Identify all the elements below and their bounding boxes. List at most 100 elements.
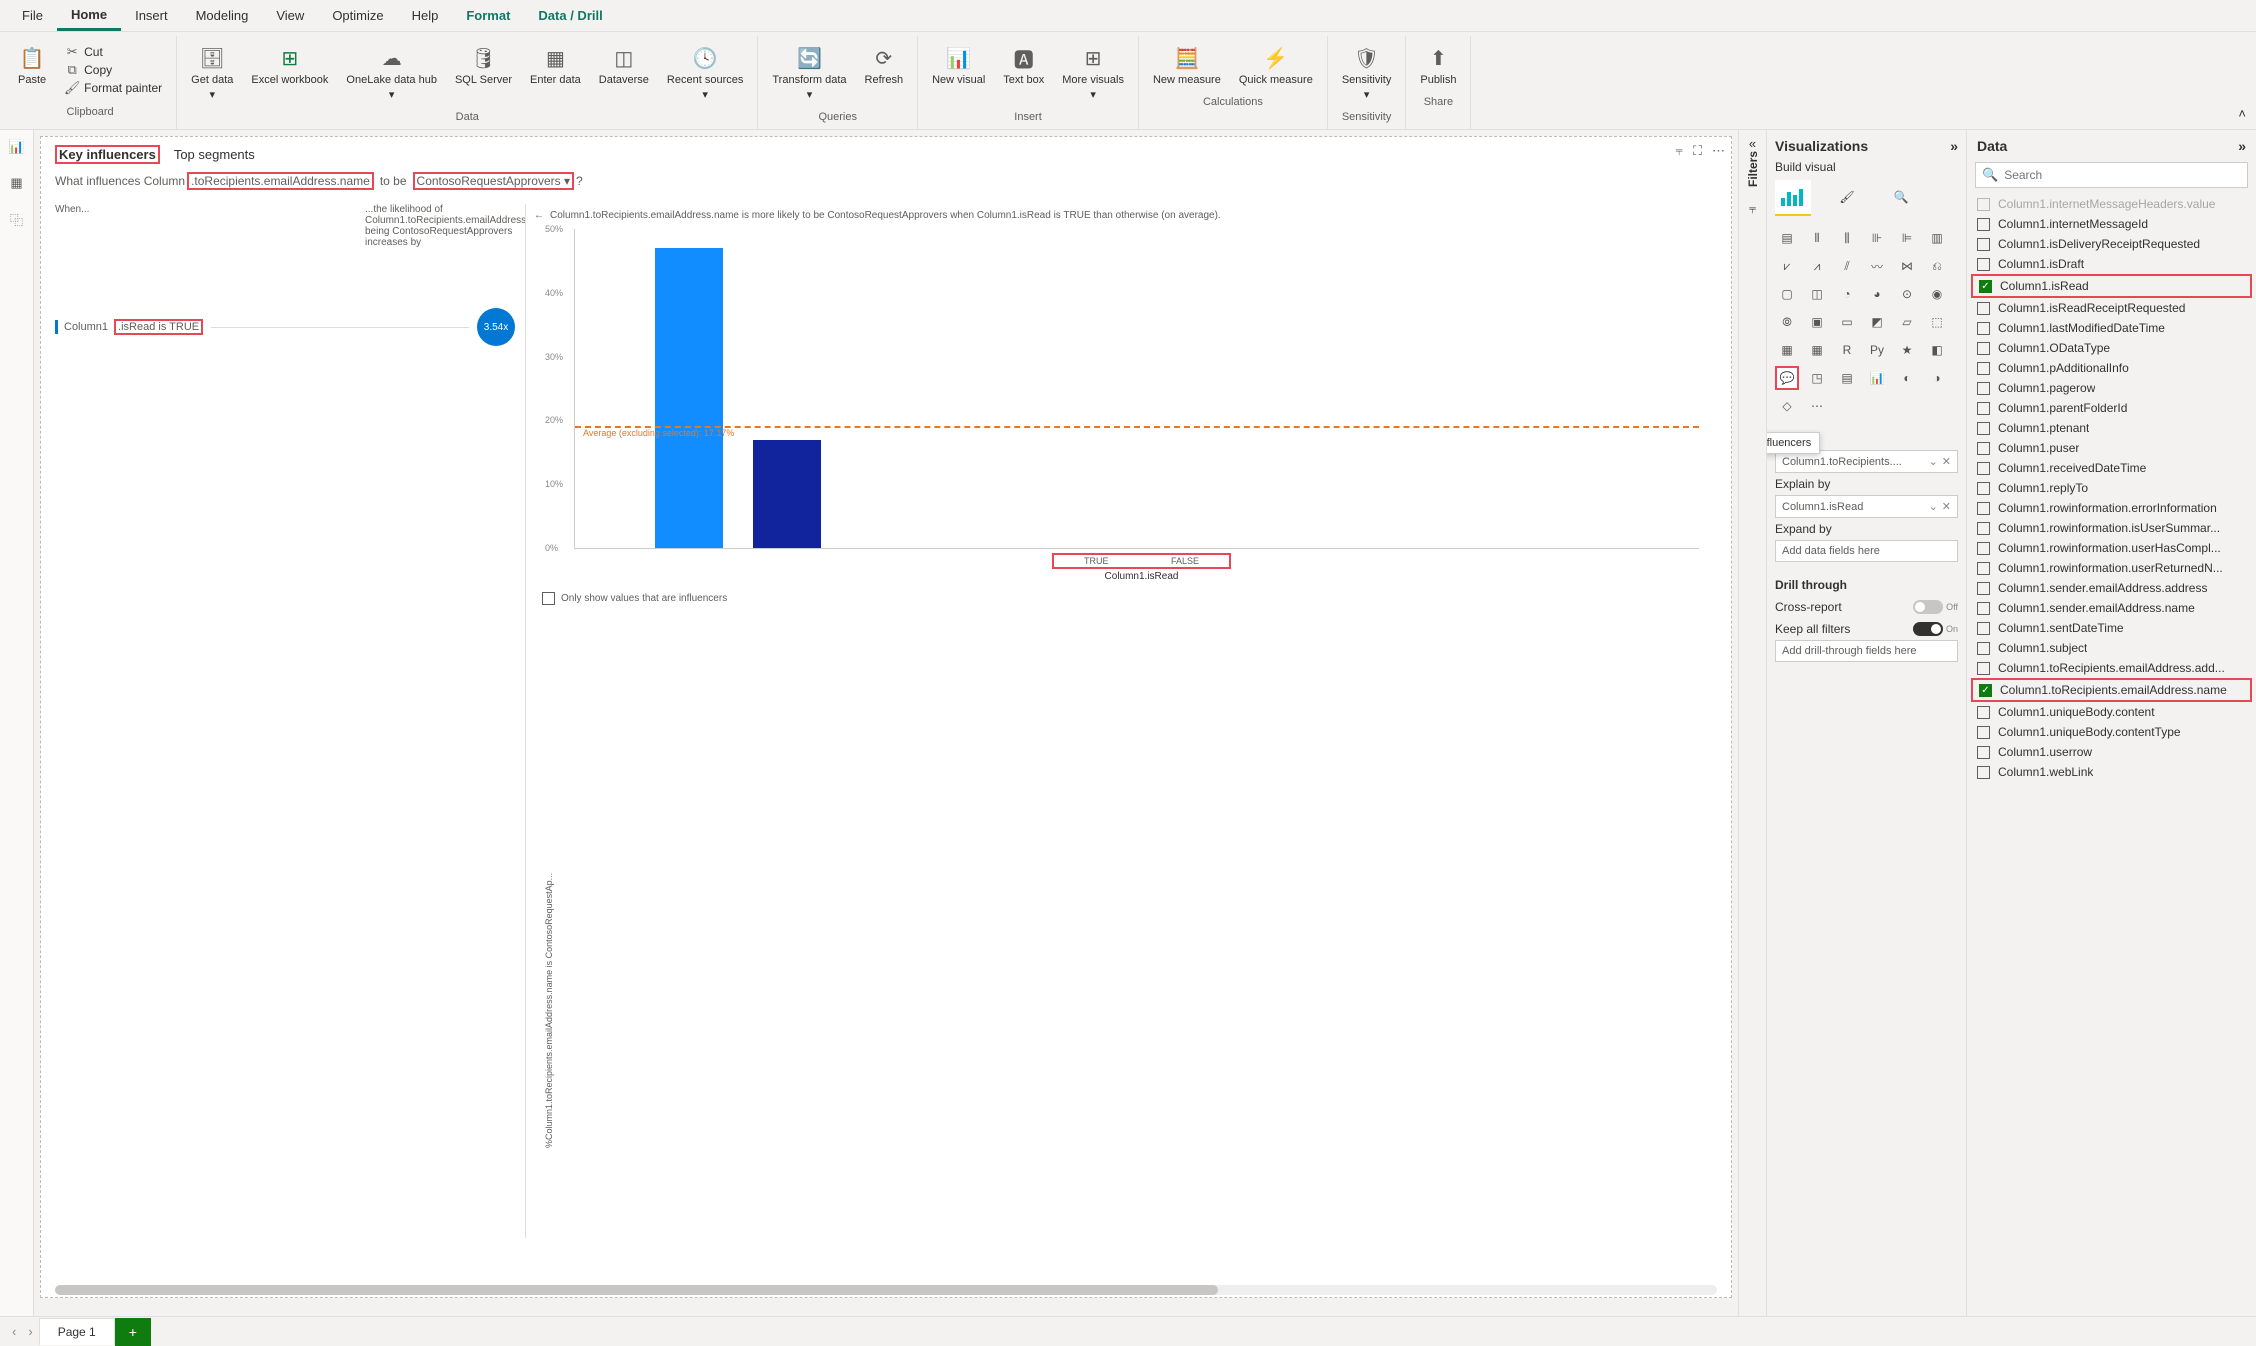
field-column1-torecipients-emailaddress-add---[interactable]: Column1.toRecipients.emailAddress.add... bbox=[1971, 658, 2252, 678]
checkbox-icon[interactable] bbox=[1977, 482, 1990, 495]
checkbox-icon[interactable] bbox=[1977, 746, 1990, 759]
menu-file[interactable]: File bbox=[8, 2, 57, 29]
menu-modeling[interactable]: Modeling bbox=[182, 2, 263, 29]
target-value-dropdown[interactable]: ContosoRequestApprovers ▾ bbox=[413, 172, 574, 190]
checkbox-icon[interactable] bbox=[1977, 562, 1990, 575]
visual-type-icon[interactable]: 〰 bbox=[1865, 254, 1889, 278]
menu-help[interactable]: Help bbox=[398, 2, 453, 29]
visual-type-icon[interactable]: ⊫ bbox=[1895, 226, 1919, 250]
prev-page-button[interactable]: ‹ bbox=[6, 1324, 22, 1339]
field-column1-rowinformation-userreturnedn---[interactable]: Column1.rowinformation.userReturnedN... bbox=[1971, 558, 2252, 578]
expand-field-well[interactable]: Add data fields here bbox=[1775, 540, 1958, 562]
chevron-down-icon[interactable]: ⌄ bbox=[1929, 500, 1938, 513]
visual-type-icon[interactable]: 📊 bbox=[1865, 366, 1889, 390]
toggle-on[interactable] bbox=[1913, 622, 1943, 636]
report-canvas[interactable]: ⫧ ⛶ ⋯ Key influencers Top segments What … bbox=[34, 130, 1738, 1316]
filters-label[interactable]: Filters bbox=[1746, 151, 1760, 195]
sensitivity-button[interactable]: 🛡Sensitivity▾ bbox=[1336, 40, 1398, 105]
drill-through-well[interactable]: Add drill-through fields here bbox=[1775, 640, 1958, 662]
visual-type-icon[interactable]: ⫼ bbox=[1835, 226, 1859, 250]
influencer-row[interactable]: Column1.isRead is TRUE 3.54x bbox=[55, 308, 515, 346]
checkbox-icon[interactable] bbox=[1977, 422, 1990, 435]
field-search[interactable]: 🔍 bbox=[1975, 162, 2248, 188]
menu-view[interactable]: View bbox=[262, 2, 318, 29]
field-column1-isreadreceiptrequested[interactable]: Column1.isReadReceiptRequested bbox=[1971, 298, 2252, 318]
checkbox-icon[interactable] bbox=[1977, 502, 1990, 515]
checkbox-icon[interactable]: ✓ bbox=[1979, 280, 1992, 293]
visual-type-icon[interactable]: ⋈ bbox=[1895, 254, 1919, 278]
visual-type-icon[interactable]: ▤ bbox=[1835, 366, 1859, 390]
focus-icon[interactable]: ⛶ bbox=[1693, 143, 1702, 159]
sql-button[interactable]: 🛢SQL Server bbox=[449, 40, 518, 90]
report-view-button[interactable]: 📊 bbox=[6, 136, 28, 158]
search-input[interactable] bbox=[2004, 168, 2241, 182]
format-painter-button[interactable]: 🖌Format painter bbox=[64, 80, 162, 96]
field-column1-internetmessageid[interactable]: Column1.internetMessageId bbox=[1971, 214, 2252, 234]
field-column1-subject[interactable]: Column1.subject bbox=[1971, 638, 2252, 658]
analytics-button[interactable]: 🔍 bbox=[1883, 180, 1919, 216]
transform-button[interactable]: 🔄Transform data▾ bbox=[766, 40, 852, 105]
checkbox-icon[interactable] bbox=[1977, 302, 1990, 315]
checkbox-icon[interactable] bbox=[1977, 582, 1990, 595]
analyze-field-dropdown[interactable]: .toRecipients.emailAddress.name bbox=[187, 172, 374, 190]
visual-type-icon[interactable]: ◇ bbox=[1775, 394, 1799, 418]
field-column1-receiveddatetime[interactable]: Column1.receivedDateTime bbox=[1971, 458, 2252, 478]
field-column1-isread[interactable]: ✓Column1.isRead bbox=[1971, 274, 2252, 298]
menu-home[interactable]: Home bbox=[57, 1, 121, 31]
visual-type-icon[interactable]: ★ bbox=[1895, 338, 1919, 362]
field-column1-rowinformation-isusersummar---[interactable]: Column1.rowinformation.isUserSummar... bbox=[1971, 518, 2252, 538]
top-segments-tab[interactable]: Top segments bbox=[174, 147, 255, 162]
checkbox-icon[interactable] bbox=[1977, 622, 1990, 635]
visual-type-icon[interactable]: ⩘ bbox=[1805, 254, 1829, 278]
checkbox-icon[interactable] bbox=[1977, 402, 1990, 415]
onelake-button[interactable]: ☁OneLake data hub▾ bbox=[340, 40, 443, 105]
visual-type-icon[interactable]: ◉ bbox=[1925, 282, 1949, 306]
remove-icon[interactable]: ✕ bbox=[1942, 455, 1951, 468]
checkbox-icon[interactable] bbox=[1977, 726, 1990, 739]
data-view-button[interactable]: ▦ bbox=[6, 172, 28, 194]
cross-report-toggle[interactable]: Cross-report Off bbox=[1775, 596, 1958, 618]
collapse-icon[interactable]: » bbox=[1950, 138, 1958, 154]
visual-type-icon[interactable]: ⋯ bbox=[1805, 394, 1829, 418]
visual-type-icon[interactable]: ⦾ bbox=[1775, 310, 1799, 334]
field-column1-torecipients-emailaddress-name[interactable]: ✓Column1.toRecipients.emailAddress.name bbox=[1971, 678, 2252, 702]
visual-type-icon[interactable]: ▭ bbox=[1835, 310, 1859, 334]
visual-type-icon[interactable]: ◑ bbox=[1925, 366, 1949, 390]
next-page-button[interactable]: › bbox=[22, 1324, 38, 1339]
field-column1-puser[interactable]: Column1.puser bbox=[1971, 438, 2252, 458]
remove-icon[interactable]: ✕ bbox=[1942, 500, 1951, 513]
menu-insert[interactable]: Insert bbox=[121, 2, 182, 29]
field-list[interactable]: Column1.internetMessageHeaders.valueColu… bbox=[1967, 194, 2256, 1316]
collapse-ribbon-button[interactable]: ˄ bbox=[2238, 106, 2246, 121]
publish-button[interactable]: ⬆Publish bbox=[1414, 40, 1462, 90]
visual-type-icon[interactable]: ▤ bbox=[1775, 226, 1799, 250]
back-arrow-icon[interactable]: ← bbox=[534, 210, 544, 221]
menu-format[interactable]: Format bbox=[452, 2, 524, 29]
field-column1-pagerow[interactable]: Column1.pagerow bbox=[1971, 378, 2252, 398]
bar-true[interactable] bbox=[655, 248, 723, 548]
checkbox-icon[interactable] bbox=[1977, 662, 1990, 675]
text-box-button[interactable]: 🅰Text box bbox=[997, 40, 1050, 90]
visual-type-icon[interactable]: ◳ bbox=[1805, 366, 1829, 390]
only-show-checkbox[interactable]: Only show values that are influencers bbox=[534, 582, 1709, 605]
get-data-button[interactable]: 🗄Get data▾ bbox=[185, 40, 239, 105]
visual-type-icon[interactable]: ⊙ bbox=[1895, 282, 1919, 306]
field-column1-uniquebody-contenttype[interactable]: Column1.uniqueBody.contentType bbox=[1971, 722, 2252, 742]
visual-type-icon[interactable]: ▦ bbox=[1805, 338, 1829, 362]
more-icon[interactable]: ⋯ bbox=[1712, 143, 1725, 159]
menu-datadrill[interactable]: Data / Drill bbox=[524, 2, 616, 29]
visual-type-icon[interactable]: ◐ bbox=[1895, 366, 1919, 390]
key-influencers-tab[interactable]: Key influencers bbox=[55, 147, 160, 162]
visual-type-icon[interactable]: ◫ bbox=[1805, 282, 1829, 306]
visual-type-icon[interactable]: ◔ bbox=[1835, 282, 1859, 306]
keep-filters-toggle[interactable]: Keep all filters On bbox=[1775, 618, 1958, 640]
field-column1-weblink[interactable]: Column1.webLink bbox=[1971, 762, 2252, 782]
menu-optimize[interactable]: Optimize bbox=[318, 2, 397, 29]
model-view-button[interactable]: ⿻ bbox=[6, 208, 28, 230]
build-visual-button[interactable] bbox=[1775, 180, 1811, 216]
visual-type-icon[interactable]: ▣ bbox=[1805, 310, 1829, 334]
checkbox-icon[interactable] bbox=[1977, 462, 1990, 475]
field-column1-isdraft[interactable]: Column1.isDraft bbox=[1971, 254, 2252, 274]
more-visuals-button[interactable]: ⊞More visuals▾ bbox=[1056, 40, 1130, 105]
visual-type-icon[interactable]: ▦ bbox=[1775, 338, 1799, 362]
